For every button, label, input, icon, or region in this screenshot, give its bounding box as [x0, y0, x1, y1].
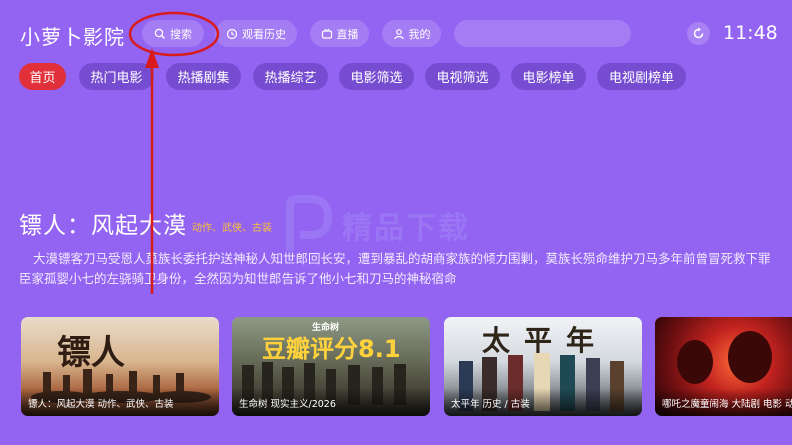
featured-description: 大漠镖客刀马受恩人莫族长委托护送神秘人知世郎回长安，遭到暴乱的胡商家族的倾力围剿… [19, 251, 771, 286]
search-label: 搜索 [170, 27, 192, 41]
tab-hot-variety[interactable]: 热播综艺 [253, 63, 328, 90]
history-icon [226, 28, 238, 39]
movie-card[interactable]: 太平年 太平年 历史 / 古装 [444, 317, 642, 416]
tv-icon [321, 28, 332, 39]
featured-title: 镖人：风起大漠 [19, 213, 187, 239]
live-button[interactable]: 直播 [310, 20, 369, 47]
tab-tv-ranking[interactable]: 电视剧榜单 [597, 63, 686, 90]
card-caption: 太平年 历史 / 古装 [451, 399, 530, 410]
history-button[interactable]: 观看历史 [215, 20, 297, 47]
movie-card[interactable]: 生命树 豆瓣评分8.1 生命树 现实主义/2026 [232, 317, 430, 416]
watermark-logo-icon [286, 195, 332, 251]
refresh-icon [693, 27, 704, 39]
poster-title: 太平年 [482, 324, 609, 357]
watermark-text: 精品下载 [342, 211, 470, 246]
tab-movie-filter[interactable]: 电影筛选 [339, 63, 414, 90]
tab-tv-filter[interactable]: 电视筛选 [425, 63, 500, 90]
mine-button[interactable]: 我的 [382, 20, 441, 47]
app-title: 小萝卜影院 [20, 25, 125, 49]
movie-card[interactable]: 哪吒之魔童闹海 大陆剧 电影 动 [655, 317, 792, 416]
history-label: 观看历史 [242, 27, 286, 41]
movie-card[interactable]: 镖人 镖人：风起大漠 动作、武侠、古装 [21, 317, 219, 416]
tab-hot-movies[interactable]: 热门电影 [79, 63, 154, 90]
search-input[interactable] [454, 20, 631, 47]
card-caption: 生命树 现实主义/2026 [239, 399, 336, 410]
tab-movie-ranking[interactable]: 电影榜单 [511, 63, 586, 90]
poster-rating: 豆瓣评分8.1 [262, 335, 401, 363]
mine-label: 我的 [408, 27, 431, 41]
search-icon [154, 28, 165, 39]
featured-genre: 动作、武侠、古装 [192, 223, 272, 234]
user-icon [393, 28, 404, 39]
card-caption: 哪吒之魔童闹海 大陆剧 电影 动 [662, 399, 792, 410]
refresh-button[interactable] [687, 22, 710, 45]
tab-home[interactable]: 首页 [19, 63, 66, 90]
tab-hot-series[interactable]: 热播剧集 [166, 63, 241, 90]
poster-title: 镖人 [57, 333, 125, 373]
clock: 11:48 [723, 22, 778, 44]
search-button[interactable]: 搜索 [142, 20, 204, 47]
live-label: 直播 [336, 27, 359, 41]
card-caption: 镖人：风起大漠 动作、武侠、古装 [28, 399, 174, 410]
